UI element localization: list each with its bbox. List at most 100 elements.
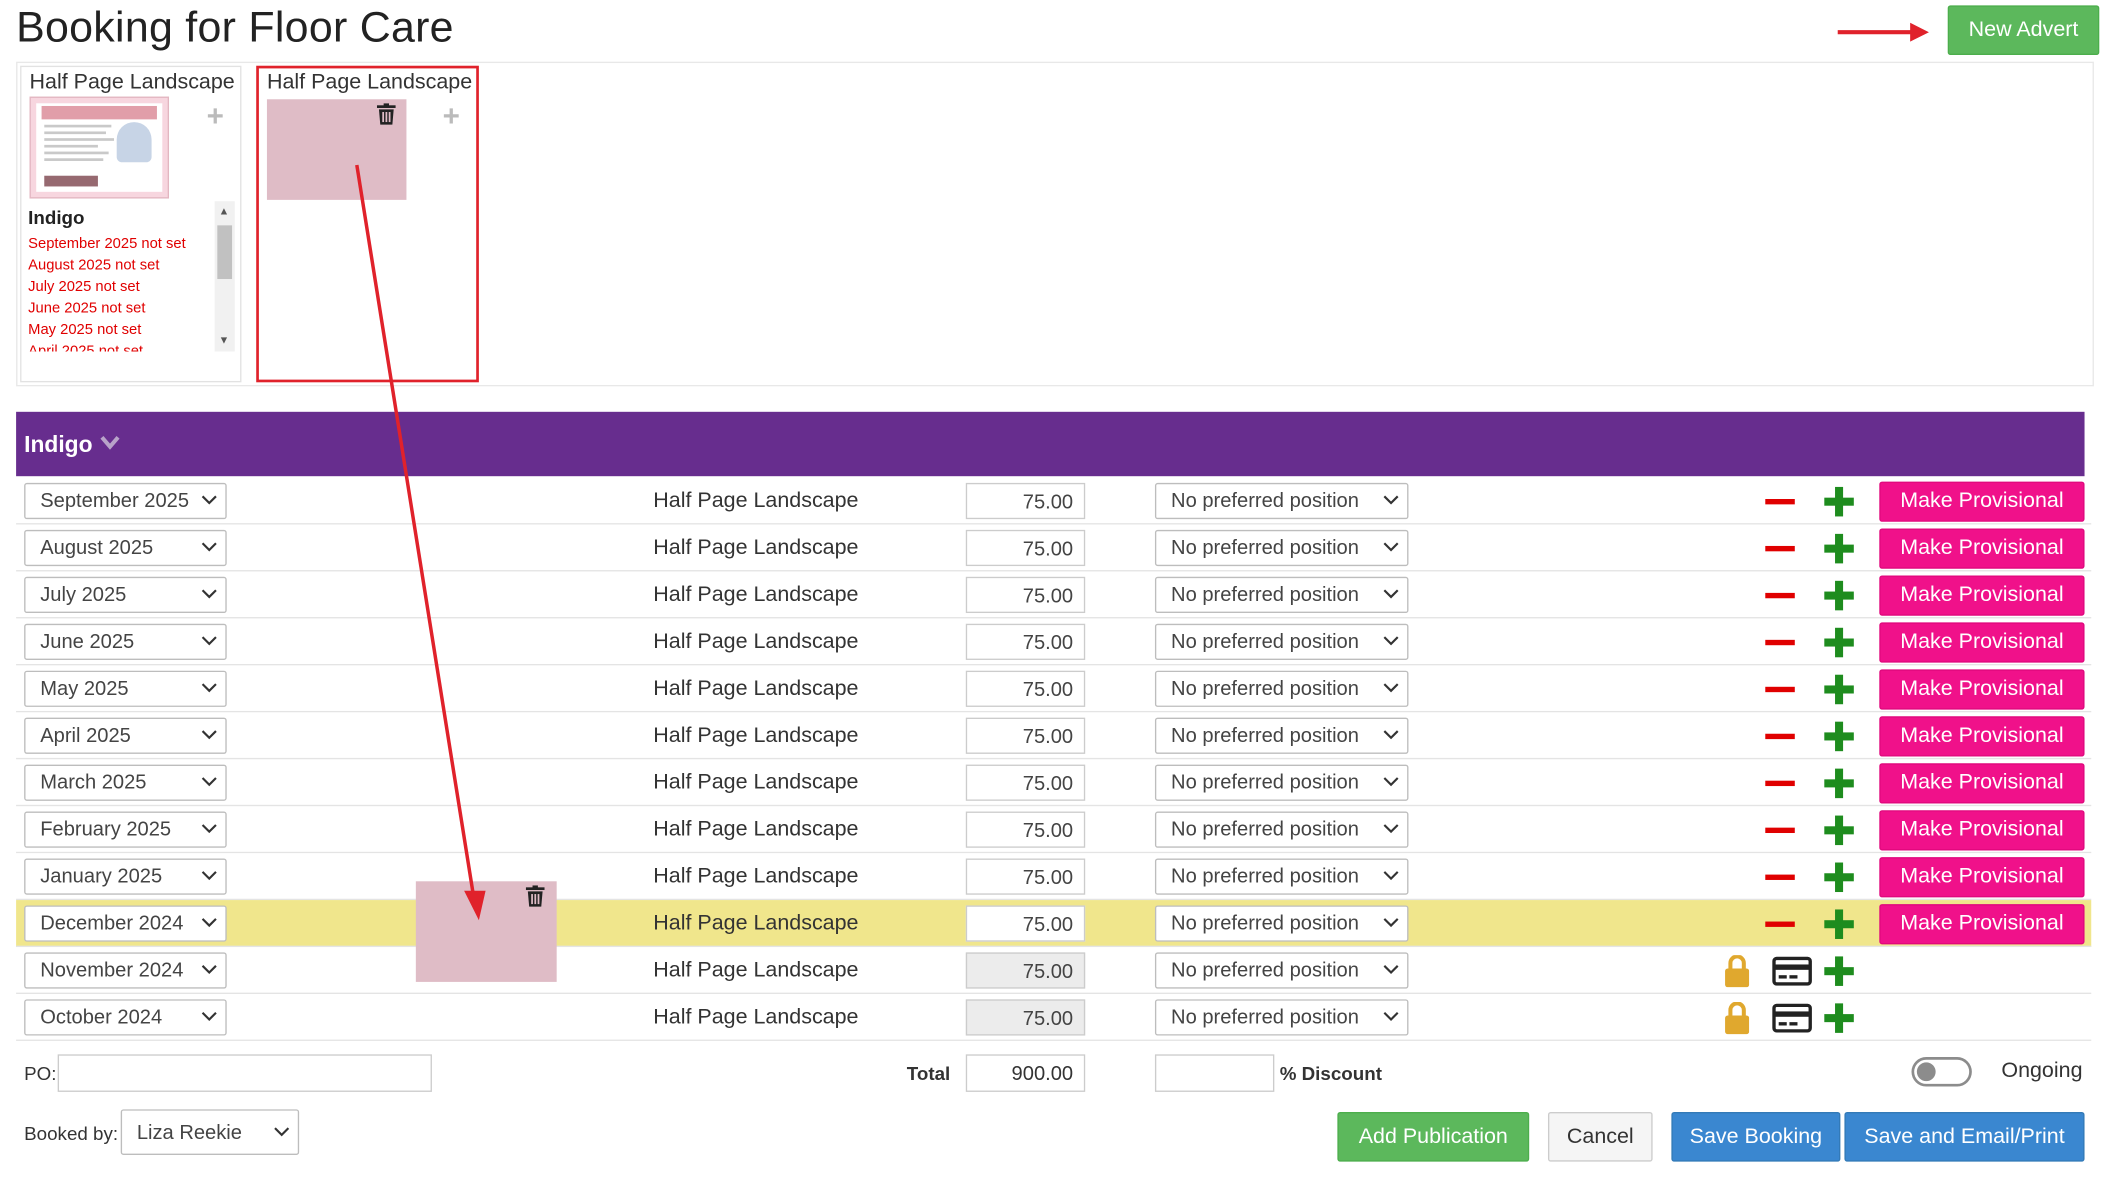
make-provisional-button[interactable]: Make Provisional xyxy=(1879,481,2085,522)
position-select[interactable]: No preferred position xyxy=(1154,999,1409,1036)
price-input[interactable]: 75.00 xyxy=(965,623,1086,660)
month-select[interactable]: February 2025 xyxy=(24,811,227,848)
make-provisional-button[interactable]: Make Provisional xyxy=(1879,904,2085,945)
scroll-down-icon[interactable]: ▼ xyxy=(219,335,230,346)
trash-icon[interactable] xyxy=(376,103,396,125)
scrollbar-thumb[interactable] xyxy=(217,225,233,280)
add-icon[interactable] xyxy=(1824,580,1854,611)
position-select[interactable]: No preferred position xyxy=(1154,529,1409,567)
price-input[interactable]: 75.00 xyxy=(965,717,1086,754)
price-input[interactable]: 75.00 xyxy=(965,764,1086,801)
make-provisional-button[interactable]: Make Provisional xyxy=(1879,763,2085,804)
remove-icon[interactable] xyxy=(1765,499,1795,505)
add-icon[interactable] xyxy=(1824,768,1854,799)
po-input[interactable] xyxy=(57,1054,432,1092)
add-icon[interactable]: + xyxy=(207,101,224,132)
add-icon[interactable]: + xyxy=(443,101,460,132)
date-list-scrollbar[interactable]: ▲ ▼ xyxy=(214,201,235,352)
cancel-button[interactable]: Cancel xyxy=(1547,1112,1653,1162)
discount-input[interactable] xyxy=(1154,1054,1275,1092)
remove-icon[interactable] xyxy=(1765,686,1795,693)
position-select[interactable]: No preferred position xyxy=(1154,858,1409,895)
lock-icon[interactable] xyxy=(1725,1002,1750,1035)
remove-icon[interactable] xyxy=(1765,921,1795,927)
make-provisional-button[interactable]: Make Provisional xyxy=(1879,669,2085,710)
month-select[interactable]: January 2025 xyxy=(24,858,227,895)
position-select[interactable]: No preferred position xyxy=(1154,670,1409,707)
add-publication-button[interactable]: Add Publication xyxy=(1337,1112,1530,1162)
month-value: March 2025 xyxy=(40,771,147,795)
month-select[interactable]: December 2024 xyxy=(24,905,227,942)
position-select[interactable]: No preferred position xyxy=(1154,811,1409,848)
trash-icon[interactable] xyxy=(525,885,545,907)
make-provisional-button[interactable]: Make Provisional xyxy=(1879,528,2085,569)
add-icon[interactable] xyxy=(1824,1003,1854,1033)
make-provisional-button[interactable]: Make Provisional xyxy=(1879,810,2085,851)
advert-card[interactable]: Half Page Landscape + Indigo September 2… xyxy=(20,65,242,383)
advert-placeholder[interactable] xyxy=(266,99,407,200)
position-select[interactable]: No preferred position xyxy=(1154,482,1409,520)
dragged-advert-placeholder[interactable] xyxy=(415,881,557,982)
ongoing-toggle[interactable] xyxy=(1911,1057,1972,1087)
price-input[interactable]: 75.00 xyxy=(965,670,1086,707)
advert-card-new[interactable]: Half Page Landscape + xyxy=(256,65,479,383)
month-select[interactable]: May 2025 xyxy=(24,670,227,707)
make-provisional-button[interactable]: Make Provisional xyxy=(1879,857,2085,898)
make-provisional-button[interactable]: Make Provisional xyxy=(1879,575,2085,616)
remove-icon[interactable] xyxy=(1765,874,1795,880)
month-select[interactable]: April 2025 xyxy=(24,717,227,754)
scroll-up-icon[interactable]: ▲ xyxy=(219,206,230,218)
price-input[interactable]: 75.00 xyxy=(965,905,1086,942)
booked-by-select[interactable]: Liza Reekie xyxy=(120,1109,300,1155)
position-select[interactable]: No preferred position xyxy=(1154,764,1409,801)
month-select[interactable]: November 2024 xyxy=(24,952,227,989)
lock-icon[interactable] xyxy=(1725,955,1750,988)
remove-icon[interactable] xyxy=(1765,780,1795,787)
add-icon[interactable] xyxy=(1824,956,1854,986)
advert-thumbnail[interactable] xyxy=(29,96,170,199)
new-advert-button[interactable]: New Advert xyxy=(1947,5,2100,55)
position-select[interactable]: No preferred position xyxy=(1154,623,1409,660)
position-select[interactable]: No preferred position xyxy=(1154,717,1409,754)
chevron-down-icon[interactable] xyxy=(99,435,120,451)
position-select[interactable]: No preferred position xyxy=(1154,576,1409,614)
add-icon[interactable] xyxy=(1824,674,1854,705)
price-input[interactable]: 75.00 xyxy=(965,482,1086,520)
price-input[interactable]: 75.00 xyxy=(965,858,1086,895)
credit-card-icon[interactable] xyxy=(1772,956,1812,986)
month-select[interactable]: March 2025 xyxy=(24,764,227,801)
price-input[interactable]: 75.00 xyxy=(965,576,1086,614)
publication-header[interactable]: Indigo xyxy=(16,411,2085,477)
add-icon[interactable] xyxy=(1824,533,1854,564)
remove-icon[interactable] xyxy=(1765,733,1795,740)
credit-card-icon[interactable] xyxy=(1772,1003,1812,1033)
price-input[interactable]: 75.00 xyxy=(965,529,1086,567)
add-icon[interactable] xyxy=(1824,486,1854,517)
month-select[interactable]: October 2024 xyxy=(24,999,227,1036)
add-icon[interactable] xyxy=(1824,815,1854,846)
price-input[interactable]: 75.00 xyxy=(965,811,1086,848)
add-icon[interactable] xyxy=(1824,721,1854,752)
month-select[interactable]: July 2025 xyxy=(24,576,227,614)
remove-icon[interactable] xyxy=(1765,639,1795,646)
month-select[interactable]: June 2025 xyxy=(24,623,227,660)
remove-icon[interactable] xyxy=(1765,827,1795,834)
position-select[interactable]: No preferred position xyxy=(1154,952,1409,989)
make-provisional-button[interactable]: Make Provisional xyxy=(1879,716,2085,757)
add-icon[interactable] xyxy=(1824,862,1854,893)
chevron-down-icon xyxy=(201,1011,217,1021)
save-email-print-button[interactable]: Save and Email/Print xyxy=(1844,1112,2085,1162)
page-title: Booking for Floor Care xyxy=(16,2,454,51)
make-provisional-button[interactable]: Make Provisional xyxy=(1879,622,2085,663)
position-select[interactable]: No preferred position xyxy=(1154,905,1409,942)
publication-name: Indigo xyxy=(24,431,93,458)
month-select[interactable]: August 2025 xyxy=(24,529,227,567)
chevron-down-icon xyxy=(1383,683,1399,693)
remove-icon[interactable] xyxy=(1765,545,1795,552)
month-select[interactable]: September 2025 xyxy=(24,482,227,520)
save-booking-button[interactable]: Save Booking xyxy=(1671,1112,1841,1162)
booking-row: June 2025 Half Page Landscape 75.00 No pref… xyxy=(16,618,2092,666)
add-icon[interactable] xyxy=(1824,909,1854,939)
remove-icon[interactable] xyxy=(1765,592,1795,599)
add-icon[interactable] xyxy=(1824,627,1854,658)
